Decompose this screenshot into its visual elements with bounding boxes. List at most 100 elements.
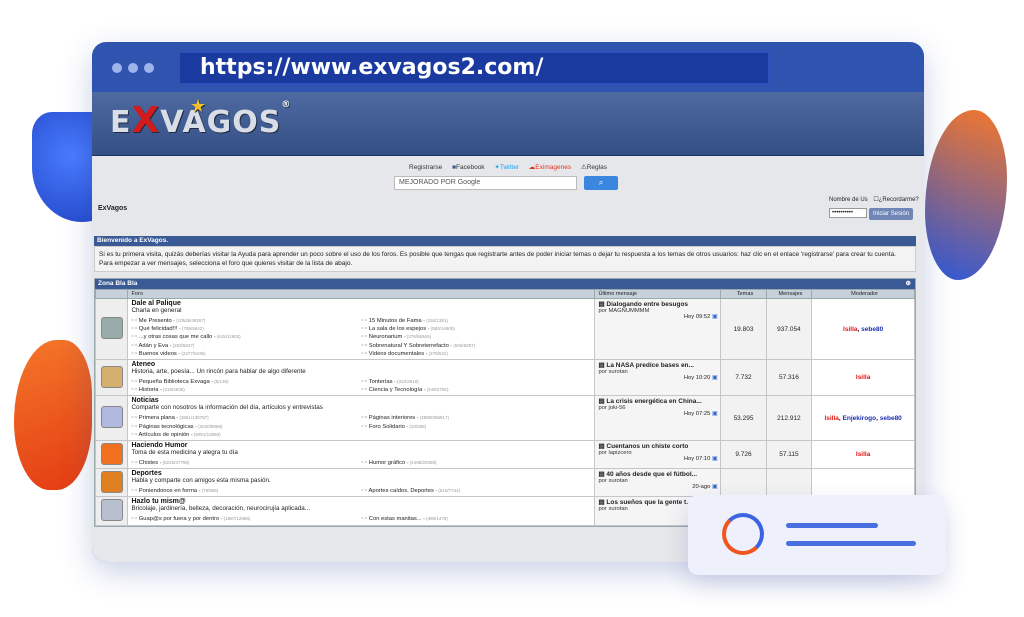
subforum-link[interactable]: Chistes (5225/37798) bbox=[131, 459, 361, 467]
threads-count: 9.726 bbox=[720, 440, 767, 470]
subforum-link[interactable]: Ciencia y Tecnología (449/2755) bbox=[361, 386, 591, 394]
go-arrow-icon[interactable]: ▣ bbox=[712, 484, 717, 490]
link-twitter[interactable]: ✦Twitter bbox=[494, 164, 519, 171]
forum-row: Deportes Habla y comparte con amigos esta… bbox=[94, 468, 915, 498]
decor-leaves-left bbox=[14, 340, 92, 490]
window-dot-icon bbox=[144, 63, 154, 73]
go-arrow-icon[interactable]: ▣ bbox=[712, 411, 717, 417]
subforum-link[interactable]: Foro Solidario (33/358) bbox=[361, 423, 591, 431]
posts-count: 937.054 bbox=[765, 297, 813, 361]
subforum-link[interactable]: Primera plana (2861/138787) bbox=[131, 414, 361, 422]
forum-title[interactable]: Ateneo bbox=[131, 361, 591, 368]
subforum-link[interactable]: Videos documentales (278/522) bbox=[361, 350, 591, 358]
forum-icon bbox=[100, 442, 123, 465]
forum-desc: Charla en general bbox=[131, 307, 182, 314]
subforum-link[interactable]: Buenos videos (2277/9436) bbox=[131, 350, 361, 358]
subforum-link[interactable]: Sobrenatural Y Sobreterrefacto (559/8287… bbox=[361, 342, 591, 350]
forum-title[interactable]: Dale al Palique bbox=[131, 300, 591, 307]
subforum-link[interactable]: Humor gráfico (4499/20358) bbox=[361, 459, 591, 467]
moderators bbox=[811, 468, 915, 498]
last-post-title[interactable]: ▤ La crisis energética en China... bbox=[598, 397, 717, 405]
subforum-link[interactable]: Aportes caídos, Deportes (515/7744) bbox=[361, 487, 591, 495]
subforum-link[interactable]: Artículos de opinión (5001/12868) bbox=[131, 431, 361, 439]
subforum-link[interactable]: Páginas interiores (38800/86817) bbox=[361, 414, 591, 422]
subforum-link[interactable]: La sala de los espejos (583/14900) bbox=[361, 325, 591, 333]
moderator-link[interactable]: sebe80 bbox=[861, 326, 883, 333]
subforum-link[interactable]: Historia (319/4939) bbox=[131, 386, 361, 394]
last-post-time: Hoy 09:52 ▣ bbox=[683, 314, 718, 320]
welcome-box: Bienvenido a ExVagos. Si es tu primera v… bbox=[94, 236, 916, 272]
link-facebook[interactable]: ■Facebook bbox=[452, 164, 484, 171]
page-viewport: EXVAGOS® ★ Registrarse ■Facebook ✦Twitte… bbox=[92, 92, 924, 562]
moderator-link[interactable]: Isilla bbox=[856, 374, 870, 381]
moderator-link[interactable]: sebe80 bbox=[880, 415, 902, 422]
forum-icon bbox=[100, 499, 123, 522]
star-icon: ★ bbox=[190, 96, 208, 117]
forum-desc: Comparte con nosotros la información del… bbox=[131, 404, 323, 412]
col-icon bbox=[94, 289, 129, 299]
moderator-link[interactable]: Isilla bbox=[824, 415, 838, 422]
breadcrumb[interactable]: ExVagos bbox=[98, 205, 127, 212]
forum-title[interactable]: Hazlo tu mism@ bbox=[131, 498, 591, 505]
forum-icon bbox=[100, 317, 123, 339]
password-field[interactable]: •••••••••• bbox=[829, 208, 867, 218]
subforum-link[interactable]: Con estas manitas... (489/1476) bbox=[361, 515, 591, 523]
moderator-link[interactable]: Enjekirogo bbox=[843, 415, 877, 422]
welcome-title: Bienvenido a ExVagos. bbox=[94, 236, 916, 246]
window-dot-icon bbox=[112, 63, 122, 73]
link-eximagenes[interactable]: ☁Eximagenes bbox=[529, 164, 571, 171]
subforum-link[interactable]: Páginas tecnológicas (3040/8968) bbox=[131, 423, 361, 431]
forum-desc: Toma de esta medicina y alegra tu día bbox=[131, 449, 238, 457]
subforum-link[interactable]: Me Presento (10535/49267) bbox=[131, 317, 361, 325]
moderator-link[interactable]: Isilla bbox=[843, 326, 857, 333]
forum-row: Dale al PaliqueCharla en general Me Prese… bbox=[94, 297, 915, 361]
subforum-link[interactable]: ...y otras cosas que me callo (615/11903… bbox=[131, 333, 361, 341]
collapse-icon[interactable]: ⊕ bbox=[906, 279, 911, 289]
link-register[interactable]: Registrarse bbox=[409, 164, 442, 171]
threads-count: 53.295 bbox=[720, 395, 767, 442]
moderators: Isilla, Enjekirogo, sebe80 bbox=[811, 395, 915, 442]
forum-desc: Habla y comparte con amigos esta misma p… bbox=[131, 477, 271, 485]
posts-count: 57.316 bbox=[765, 359, 813, 397]
last-post-title[interactable]: ▤ Cuentanos un chiste corto bbox=[598, 442, 717, 450]
site-logo[interactable]: EXVAGOS® ★ bbox=[110, 96, 291, 141]
threads-count: 19.803 bbox=[720, 297, 767, 361]
subforum-link[interactable]: Tonterías (310/2819) bbox=[361, 378, 591, 386]
last-post-title[interactable]: ▤ La NASA predice bases en... bbox=[598, 361, 717, 369]
search-button[interactable]: ⌕ bbox=[584, 176, 618, 190]
progress-ring-icon bbox=[722, 513, 764, 555]
forum-desc: Bricolaje, jardinería, belleza, decoraci… bbox=[131, 505, 310, 513]
subforum-link[interactable]: 15 Minutos de Fama (150/1381) bbox=[361, 317, 591, 325]
subforum-link[interactable]: Pequeña Biblioteca Exvaga (5/138) bbox=[131, 378, 361, 386]
threads-count bbox=[720, 468, 767, 498]
forum-section: Zona Bla Bla ⊕ Foro Último mensaje Temas … bbox=[94, 278, 916, 527]
col-last: Último mensaje bbox=[594, 289, 722, 299]
window-dot-icon bbox=[128, 63, 138, 73]
decor-leaves-right bbox=[925, 110, 1007, 280]
col-moderator: Moderador bbox=[811, 289, 915, 299]
col-mensajes: Mensajes bbox=[765, 289, 813, 299]
last-post-title[interactable]: ▤ 40 años desde que el fútbol... bbox=[598, 470, 717, 478]
last-post-time: 20-ago ▣ bbox=[692, 484, 718, 491]
go-arrow-icon[interactable]: ▣ bbox=[712, 456, 717, 462]
login-box: Nombre de Us ☐¿Recordarme? •••••••••• In… bbox=[829, 196, 919, 220]
subforum-link[interactable]: Guap@s por fuera y por dentro (1887/1296… bbox=[131, 515, 361, 523]
search-input[interactable]: MEJORADO POR Google bbox=[394, 176, 577, 190]
forum-title[interactable]: Haciendo Humor bbox=[131, 442, 591, 449]
moderators: Isilla, sebe80 bbox=[811, 297, 915, 361]
subforum-link[interactable]: Qué felicidad!!! (795/5642) bbox=[131, 325, 361, 333]
subforum-link[interactable]: Neuronarium (276/56565) bbox=[361, 333, 591, 341]
moderators: Isilla bbox=[811, 359, 915, 397]
posts-count bbox=[765, 468, 813, 498]
subforum-link[interactable]: Adán y Eva (283/6837) bbox=[131, 342, 361, 350]
subforum-link[interactable]: Poniendonos en forma (79/595) bbox=[131, 487, 361, 495]
login-button[interactable]: Iniciar Sesión bbox=[869, 208, 913, 220]
last-post-title[interactable]: ▤ Dialogando entre besugos bbox=[598, 300, 717, 308]
forum-title[interactable]: Deportes bbox=[131, 470, 591, 477]
go-arrow-icon[interactable]: ▣ bbox=[712, 375, 717, 381]
go-arrow-icon[interactable]: ▣ bbox=[712, 314, 717, 320]
moderator-link[interactable]: Isilla bbox=[856, 451, 870, 458]
link-rules[interactable]: ⚠Reglas bbox=[581, 164, 607, 171]
address-bar[interactable]: https://www.exvagos2.com/ bbox=[179, 52, 769, 84]
forum-title[interactable]: Noticias bbox=[131, 397, 591, 404]
